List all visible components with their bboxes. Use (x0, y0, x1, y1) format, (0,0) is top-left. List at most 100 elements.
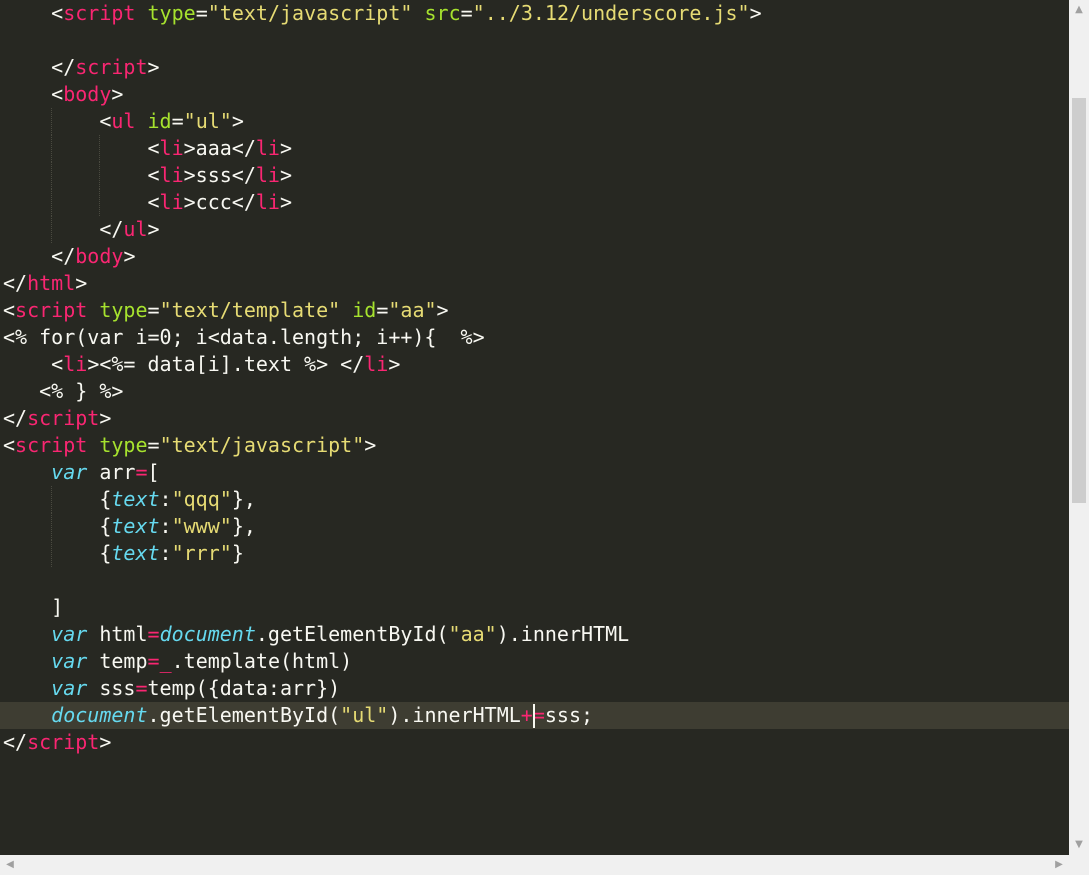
code-line[interactable] (0, 567, 1069, 594)
vertical-scrollbar[interactable]: ▲ ▼ (1069, 0, 1089, 855)
code-token: arr (87, 460, 136, 484)
code-token: = (376, 298, 389, 322)
code-token: < (3, 433, 16, 457)
code-token: { (3, 514, 112, 538)
code-token: <% } %> (3, 379, 124, 403)
code-token: li (255, 163, 280, 187)
code-token: < (147, 190, 160, 214)
code-line[interactable]: </ul> (0, 216, 1069, 243)
code-token: </ (3, 271, 28, 295)
code-token: ] (3, 595, 64, 619)
code-token: = (147, 649, 160, 673)
indent-guide (99, 189, 101, 216)
code-line[interactable]: <li>ccc</li> (0, 189, 1069, 216)
code-token: > (436, 298, 449, 322)
code-token: <% for(var i=0; i<data.length; i++){ %> (3, 325, 485, 349)
code-token: li (364, 352, 389, 376)
code-token: script (63, 1, 136, 25)
code-line[interactable] (0, 27, 1069, 54)
code-token: li (63, 352, 88, 376)
code-line[interactable]: var html=document.getElementById("aa").i… (0, 621, 1069, 648)
code-token: < (147, 136, 160, 160)
indent-guide (51, 135, 53, 162)
code-token: > (75, 271, 88, 295)
code-line[interactable]: </script> (0, 729, 1069, 756)
code-token: text (111, 487, 160, 511)
code-token: = (460, 1, 473, 25)
code-token: > (147, 55, 160, 79)
code-line[interactable]: </script> (0, 54, 1069, 81)
code-token: [ (147, 460, 160, 484)
code-token: ).innerHTML (388, 703, 521, 727)
code-token: ul (111, 109, 136, 133)
code-line[interactable]: <script type="text/template" id="aa"> (0, 297, 1069, 324)
code-token: < (51, 1, 64, 25)
code-line[interactable]: {text:"qqq"}, (0, 486, 1069, 513)
code-line[interactable]: <ul id="ul"> (0, 108, 1069, 135)
code-token: type (99, 298, 148, 322)
code-token: script (15, 298, 88, 322)
code-line[interactable]: </html> (0, 270, 1069, 297)
code-token: > (279, 190, 293, 214)
code-area[interactable]: <script type="text/javascript" src="../3… (0, 0, 1069, 756)
code-token: ).innerHTML (496, 622, 630, 646)
code-token: li (159, 163, 184, 187)
code-line[interactable]: <li><%= data[i].text %> </li> (0, 351, 1069, 378)
code-line[interactable]: </script> (0, 405, 1069, 432)
code-line[interactable]: <script type="text/javascript"> (0, 432, 1069, 459)
code-line[interactable]: {text:"rrr"} (0, 540, 1069, 567)
code-line[interactable]: var arr=[ (0, 459, 1069, 486)
code-token: }, (231, 487, 256, 511)
code-token: li (255, 136, 280, 160)
code-line[interactable]: <% for(var i=0; i<data.length; i++){ %> (0, 324, 1069, 351)
vertical-scroll-thumb[interactable] (1072, 98, 1086, 503)
code-token: .template(html) (171, 649, 353, 673)
code-line[interactable]: {text:"www"}, (0, 513, 1069, 540)
scroll-up-icon[interactable]: ▲ (1073, 4, 1085, 16)
code-line[interactable]: <li>aaa</li> (0, 135, 1069, 162)
code-line[interactable]: </body> (0, 243, 1069, 270)
code-line[interactable]: <% } %> (0, 378, 1069, 405)
indent-guide (51, 162, 53, 189)
code-token: var (51, 460, 88, 484)
code-token: = (147, 622, 160, 646)
scroll-right-icon[interactable]: ▶ (1053, 859, 1065, 871)
scroll-left-icon[interactable]: ◀ (4, 859, 16, 871)
code-line[interactable]: var temp=_.template(html) (0, 648, 1069, 675)
code-token: </ (51, 55, 76, 79)
code-token: } (231, 541, 244, 565)
horizontal-scrollbar[interactable]: ◀ ▶ (0, 855, 1069, 875)
code-token: = (147, 298, 160, 322)
code-token: > (364, 433, 377, 457)
code-token: : (159, 514, 172, 538)
code-token: > (279, 136, 293, 160)
code-line[interactable]: var sss=temp({data:arr}) (0, 675, 1069, 702)
code-token: type (99, 433, 148, 457)
code-token: id (352, 298, 377, 322)
code-line[interactable]: document.getElementById("ul").innerHTML+… (0, 702, 1069, 729)
code-token: _ (159, 649, 172, 673)
code-token: "aa" (388, 298, 437, 322)
code-editor[interactable]: <script type="text/javascript" src="../3… (0, 0, 1069, 855)
code-token: document (51, 703, 148, 727)
code-token: > (111, 82, 124, 106)
code-line[interactable]: <script type="text/javascript" src="../3… (0, 0, 1069, 27)
code-token: < (51, 82, 64, 106)
code-line[interactable]: <body> (0, 81, 1069, 108)
code-token: .getElementById( (255, 622, 449, 646)
code-line[interactable]: ] (0, 594, 1069, 621)
code-token: </ (3, 406, 28, 430)
scroll-down-icon[interactable]: ▼ (1073, 839, 1085, 851)
code-token: > (99, 730, 112, 754)
code-line[interactable]: <li>sss</li> (0, 162, 1069, 189)
code-token: = (147, 433, 160, 457)
